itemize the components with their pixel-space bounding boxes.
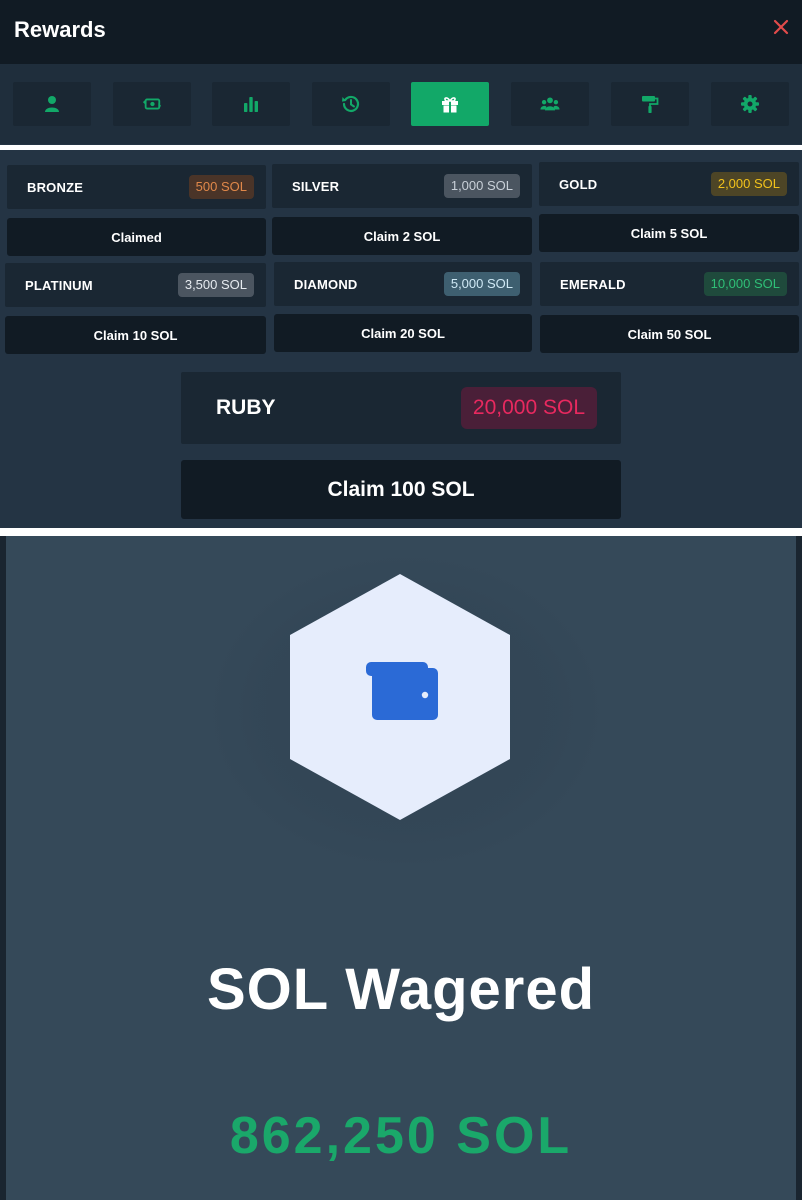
- tier-name: PLATINUM: [25, 278, 93, 293]
- tier-threshold-badge: 5,000 SOL: [443, 272, 520, 296]
- tab-settings[interactable]: [711, 82, 789, 126]
- wallet-icon: [366, 662, 438, 720]
- tier-threshold-badge: 2,000 SOL: [710, 172, 787, 196]
- tier-name: GOLD: [559, 177, 598, 192]
- close-icon[interactable]: [772, 18, 790, 36]
- tier-threshold-badge: 10,000 SOL: [703, 272, 787, 296]
- bar-chart-icon: [244, 97, 258, 112]
- wagered-title: SOL Wagered: [206, 957, 596, 1022]
- tab-stats[interactable]: [212, 82, 290, 126]
- money-exchange-icon: [142, 98, 162, 110]
- claim-button-silver[interactable]: Claim 2 SOL: [272, 217, 532, 255]
- tier-card-diamond: DIAMOND 5,000 SOL: [274, 262, 532, 306]
- tab-affiliates[interactable]: [511, 82, 589, 126]
- users-icon: [540, 97, 560, 111]
- claim-button-platinum[interactable]: Claim 10 SOL: [5, 316, 266, 354]
- tier-card-gold: GOLD 2,000 SOL: [539, 162, 799, 206]
- tier-card-bronze: BRONZE 500 SOL: [7, 165, 266, 209]
- tab-rewards[interactable]: [411, 82, 489, 126]
- wagered-panel: SOL Wagered 862,250 SOL: [0, 536, 802, 1200]
- user-icon: [45, 96, 59, 112]
- tier-card-ruby: RUBY 20,000 SOL: [181, 372, 621, 444]
- tier-card-platinum: PLATINUM 3,500 SOL: [5, 263, 266, 307]
- tier-name: RUBY: [216, 396, 276, 419]
- claim-button-bronze[interactable]: Claimed: [7, 218, 266, 256]
- image-separator: [0, 528, 802, 536]
- tier-threshold-badge: 20,000 SOL: [460, 387, 597, 429]
- modal-header: Rewards: [0, 0, 802, 64]
- tab-profile[interactable]: [13, 82, 91, 126]
- wagered-value: 862,250 SOL: [229, 1107, 573, 1165]
- paint-roller-icon: [642, 96, 659, 113]
- section-divider: [0, 145, 802, 150]
- tier-card-emerald: EMERALD 10,000 SOL: [540, 262, 799, 306]
- tab-exchange[interactable]: [113, 82, 191, 126]
- modal-title: Rewards: [14, 17, 106, 42]
- tab-history[interactable]: [312, 82, 390, 126]
- tier-threshold-badge: 3,500 SOL: [177, 273, 254, 297]
- tab-customize[interactable]: [611, 82, 689, 126]
- claim-button-diamond[interactable]: Claim 20 SOL: [274, 314, 532, 352]
- claim-button-ruby[interactable]: Claim 100 SOL: [181, 460, 621, 519]
- history-icon: [342, 95, 360, 113]
- tier-threshold-badge: 500 SOL: [188, 175, 254, 199]
- tier-name: SILVER: [292, 179, 340, 194]
- tier-threshold-badge: 1,000 SOL: [443, 174, 520, 198]
- tier-name: EMERALD: [560, 277, 626, 292]
- tab-bar: [0, 64, 802, 144]
- claim-button-emerald[interactable]: Claim 50 SOL: [540, 315, 799, 353]
- hexagon-badge: [290, 574, 510, 820]
- tier-name: DIAMOND: [294, 277, 358, 292]
- tier-card-silver: SILVER 1,000 SOL: [272, 164, 532, 208]
- gift-icon: [442, 97, 458, 113]
- rewards-modal: Rewards BRONZE 500 SOL SILVER 1,000 SOL …: [0, 0, 802, 528]
- tier-name: BRONZE: [27, 180, 84, 195]
- gear-icon: [741, 95, 759, 113]
- claim-button-gold[interactable]: Claim 5 SOL: [539, 214, 799, 252]
- wagered-card: SOL Wagered 862,250 SOL: [6, 536, 796, 1200]
